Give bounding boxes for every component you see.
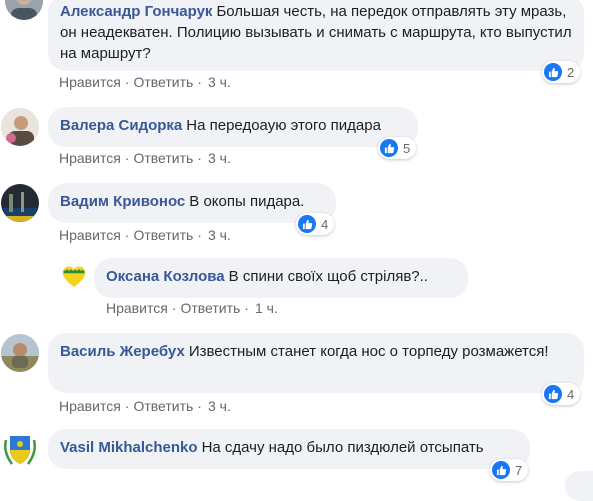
comment-time[interactable]: 3 ч.	[208, 398, 231, 414]
reaction-count[interactable]: 2	[542, 61, 581, 83]
comment-author[interactable]: Вадим Кривонос	[60, 193, 185, 210]
reaction-count[interactable]: 4	[296, 213, 335, 235]
avatar[interactable]	[5, 0, 43, 20]
separator: ·	[197, 227, 202, 243]
comment-bubble: Оксана Козлова В спини своїх щоб стріляв?…	[94, 258, 468, 298]
reply-link[interactable]: Ответить	[180, 300, 240, 316]
comment-author[interactable]: Валера Сидорка	[60, 117, 182, 134]
comment-author[interactable]: Василь Жеребух	[60, 343, 185, 360]
comment-bubble: Василь Жеребух Известным станет когда нос…	[48, 333, 584, 393]
reaction-number: 5	[403, 140, 411, 156]
like-link[interactable]: Нравится	[59, 398, 121, 414]
comment-bubble: Александр Гончарук Большая честь, на пере…	[48, 0, 584, 71]
comment-actions: Нравится · Ответить · 1 ч.	[106, 299, 278, 317]
like-thumb-icon	[298, 215, 316, 233]
bottom-right-bubble-edge	[565, 471, 593, 501]
separator: ·	[197, 150, 202, 166]
avatar-photo-icon	[5, 0, 43, 20]
comment-actions: Нравится · Ответить · 3 ч.	[59, 397, 231, 415]
avatar-photo-icon	[1, 108, 39, 146]
reply-link[interactable]: Ответить	[133, 74, 193, 90]
avatar-photo-icon	[1, 334, 39, 372]
separator: ·	[244, 300, 249, 316]
comment-author[interactable]: Оксана Козлова	[106, 268, 225, 285]
comment-actions: Нравится · Ответить · 3 ч.	[59, 149, 231, 167]
separator: ·	[171, 300, 177, 316]
avatar[interactable]	[1, 108, 39, 146]
like-link[interactable]: Нравится	[59, 227, 121, 243]
comment-text: На передоаую этого пидара	[186, 117, 381, 134]
avatar[interactable]	[60, 262, 88, 290]
avatar[interactable]	[1, 334, 39, 372]
avatar[interactable]	[1, 430, 39, 468]
comment-text: В спини своїх щоб стріляв?..	[228, 268, 428, 285]
reply-link[interactable]: Ответить	[133, 227, 193, 243]
comment-text: Известным станет когда нос о торпеду роз…	[188, 343, 549, 360]
reaction-number: 7	[515, 462, 523, 478]
reply-link[interactable]: Ответить	[133, 150, 193, 166]
like-thumb-icon	[492, 461, 510, 479]
comment-text: На сдачу надо было пиздюлей отсыпать	[201, 439, 484, 456]
avatar-photo-icon	[1, 184, 39, 222]
comment-time[interactable]: 3 ч.	[208, 227, 231, 243]
comment-bubble: Валера Сидорка На передоаую этого пидара	[48, 107, 418, 147]
separator: ·	[197, 398, 202, 414]
separator: ·	[197, 74, 202, 90]
comment-bubble: Вадим Кривонос В окопы пидара.	[48, 183, 336, 223]
avatar[interactable]	[1, 184, 39, 222]
comment-time[interactable]: 3 ч.	[208, 150, 231, 166]
reaction-count[interactable]: 4	[542, 383, 581, 405]
comment-author[interactable]: Vasil Mikhalchenko	[60, 439, 198, 456]
reaction-number: 4	[321, 216, 329, 232]
comment-text: В окопы пидара.	[189, 193, 305, 210]
separator: ·	[124, 227, 130, 243]
comment-bubble: Vasil Mikhalchenko На сдачу надо было пиз…	[48, 429, 530, 469]
separator: ·	[124, 398, 130, 414]
separator: ·	[124, 150, 130, 166]
comment-time[interactable]: 3 ч.	[208, 74, 231, 90]
heart-avatar-icon	[62, 266, 86, 287]
comment-author[interactable]: Александр Гончарук	[60, 3, 212, 20]
separator: ·	[124, 74, 130, 90]
like-thumb-icon	[544, 63, 562, 81]
like-link[interactable]: Нравится	[59, 74, 121, 90]
reaction-count[interactable]: 7	[490, 459, 529, 481]
like-link[interactable]: Нравится	[59, 150, 121, 166]
like-thumb-icon	[544, 385, 562, 403]
reaction-number: 4	[567, 386, 575, 402]
coat-of-arms-avatar-icon	[1, 430, 39, 468]
comment-actions: Нравится · Ответить · 3 ч.	[59, 226, 231, 244]
reaction-count[interactable]: 5	[378, 137, 417, 159]
like-thumb-icon	[380, 139, 398, 157]
reply-link[interactable]: Ответить	[133, 398, 193, 414]
comment-actions: Нравится · Ответить · 3 ч.	[59, 73, 231, 91]
reaction-number: 2	[567, 64, 575, 80]
like-link[interactable]: Нравится	[106, 300, 168, 316]
comment-time[interactable]: 1 ч.	[255, 300, 278, 316]
